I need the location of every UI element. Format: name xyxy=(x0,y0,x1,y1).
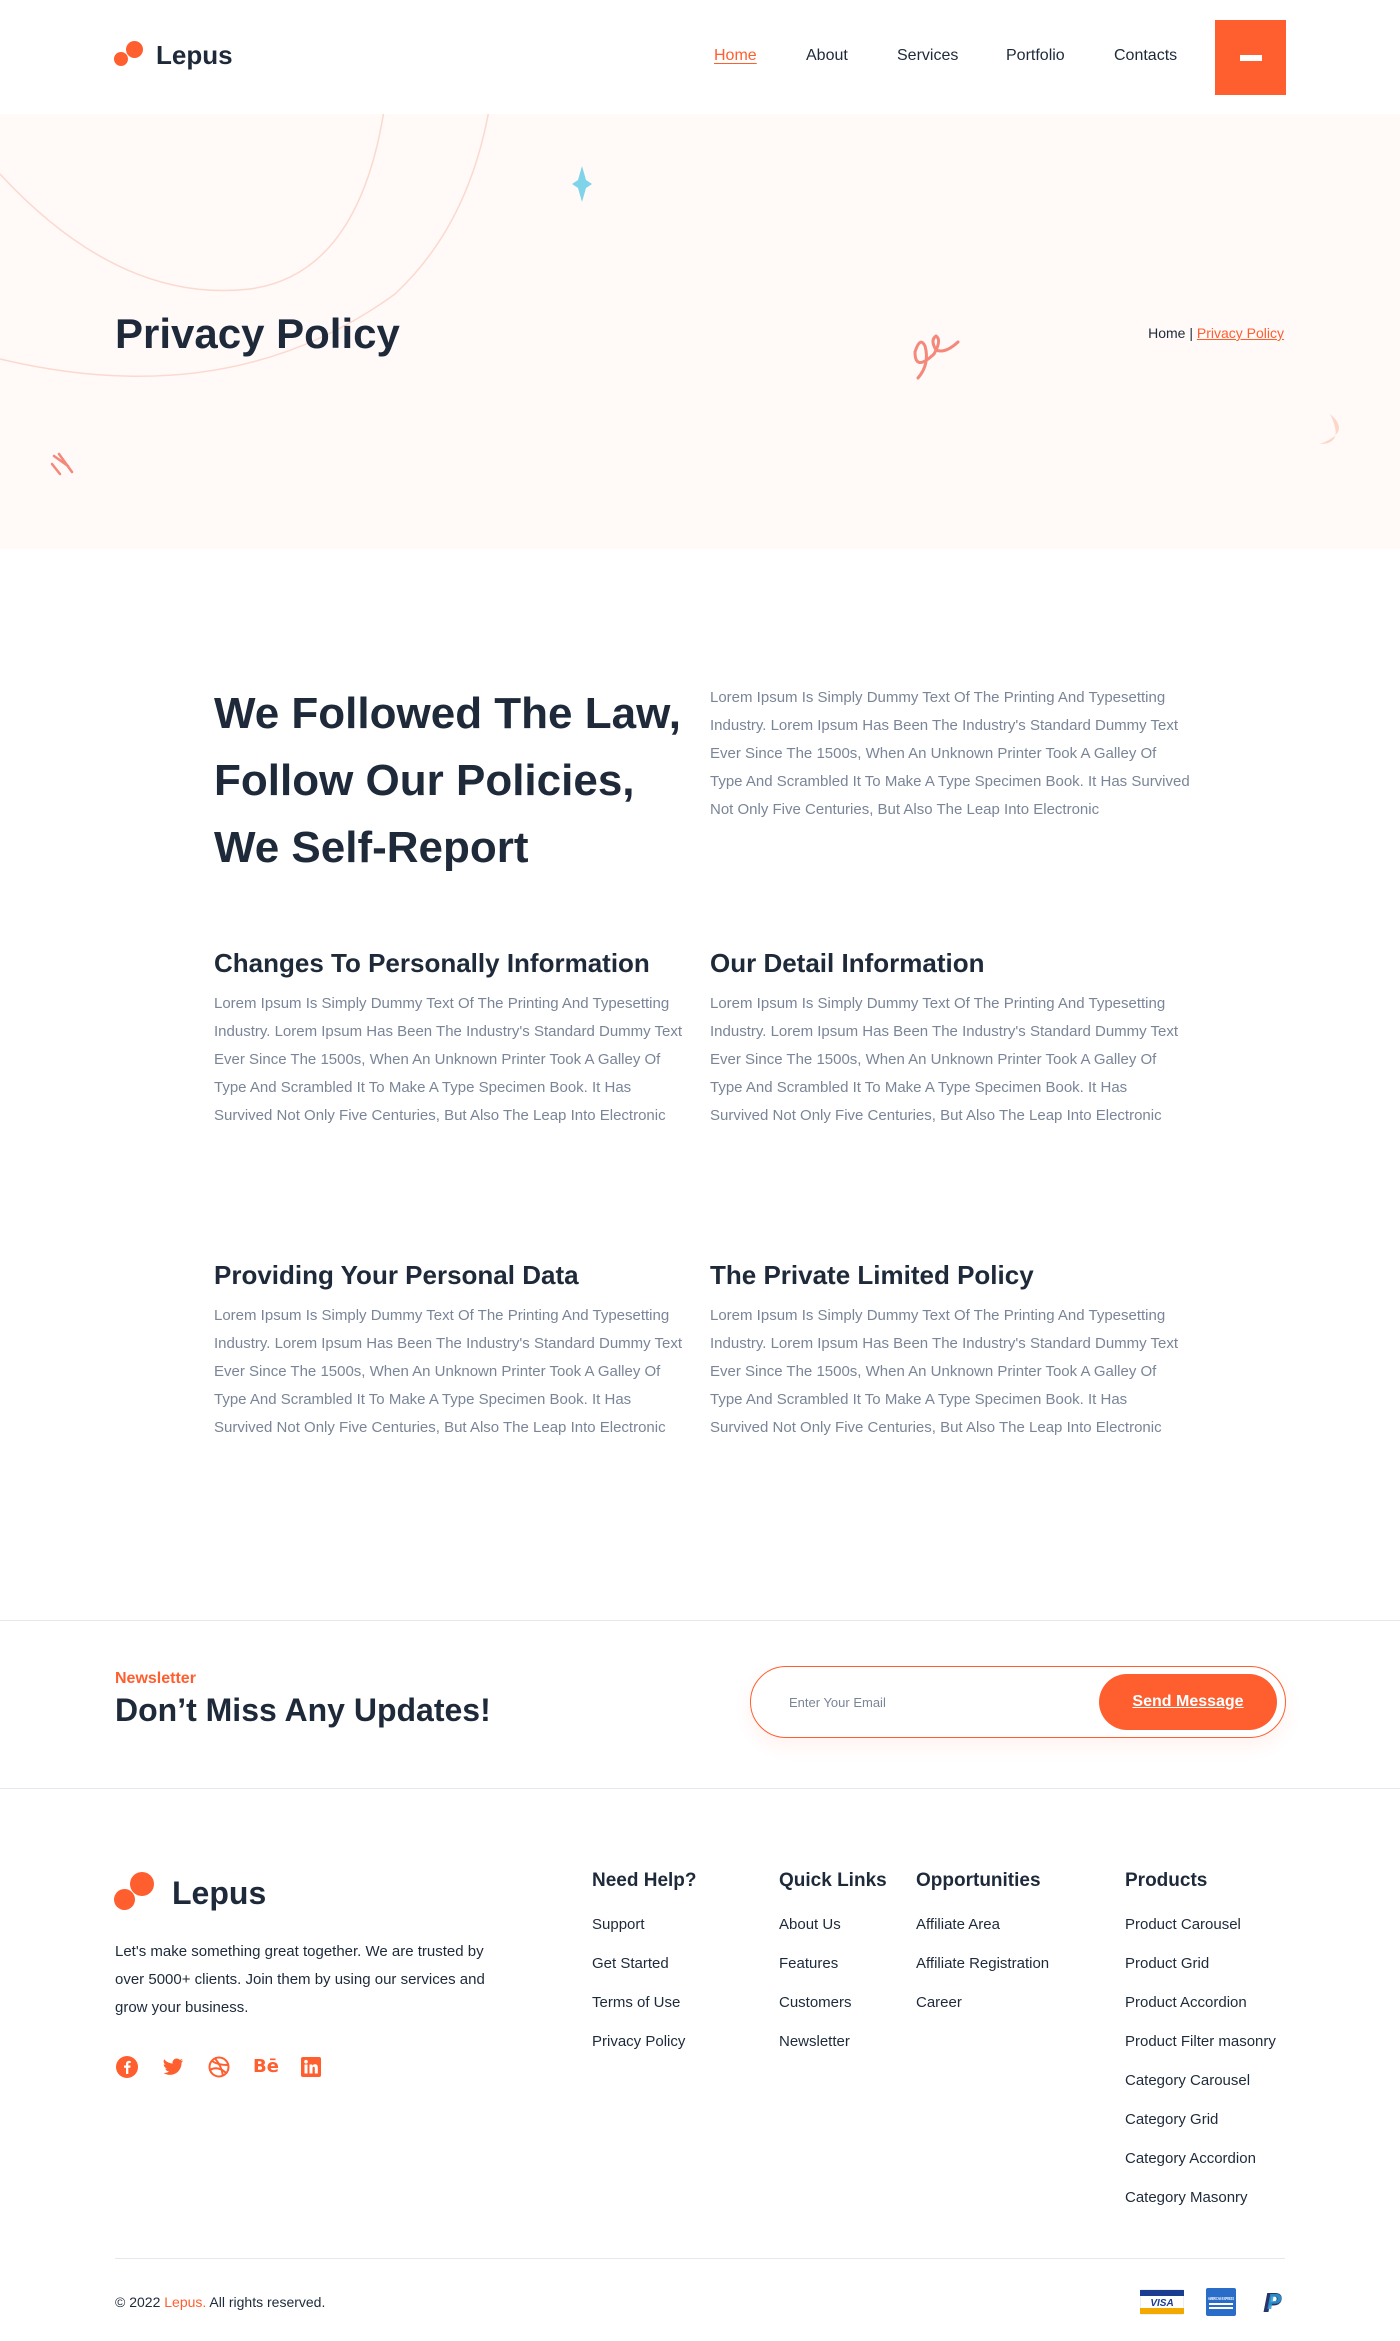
footer-link[interactable]: Affiliate Area xyxy=(916,1916,1000,1933)
footer-link[interactable]: Category Grid xyxy=(1125,2111,1218,2128)
copyright-brand[interactable]: Lepus. xyxy=(164,2294,206,2310)
twitter-icon[interactable] xyxy=(161,2055,185,2079)
dribbble-icon[interactable] xyxy=(207,2055,231,2079)
section-title: Changes To Personally Information xyxy=(214,948,650,978)
amex-icon: AMERICAN EXPRESS xyxy=(1206,2288,1236,2316)
intro-text: Lorem Ipsum Is Simply Dummy Text Of The … xyxy=(710,689,1190,818)
burst-icon xyxy=(50,452,74,476)
visa-icon: VISA xyxy=(1139,2288,1185,2316)
send-message-button[interactable]: Send Message xyxy=(1099,1674,1277,1730)
footer-link[interactable]: Category Masonry xyxy=(1125,2189,1248,2206)
footer-col-title: Need Help? xyxy=(592,1870,697,1891)
footer-link[interactable]: Support xyxy=(592,1916,645,1933)
footer-divider xyxy=(115,2258,1285,2259)
logo[interactable]: Lepus xyxy=(114,38,233,72)
social-links: Bē xyxy=(115,2055,323,2079)
nav-item-about[interactable]: About xyxy=(806,47,848,65)
footer-col-title: Products xyxy=(1125,1870,1208,1891)
footer-link[interactable]: Category Accordion xyxy=(1125,2150,1256,2167)
footer-link[interactable]: About Us xyxy=(779,1916,841,1933)
footer-link[interactable]: Privacy Policy xyxy=(592,2033,685,2050)
intro-title: We Followed The Law, Follow Our Policies… xyxy=(214,680,694,881)
breadcrumb: Home | Privacy Policy xyxy=(1148,325,1284,341)
copyright: © 2022 Lepus. All rights reserved. xyxy=(115,2294,325,2310)
paypal-icon: P P xyxy=(1260,2288,1286,2319)
logo-mark-icon xyxy=(114,38,148,72)
footer-link[interactable]: Product Grid xyxy=(1125,1955,1209,1972)
logo-mark-icon xyxy=(114,1870,160,1916)
logo-text: Lepus xyxy=(156,39,233,70)
page-hero: Privacy Policy Home | Privacy Policy xyxy=(0,114,1400,549)
footer-link[interactable]: Newsletter xyxy=(779,2033,850,2050)
footer-logo[interactable]: Lepus xyxy=(114,1870,266,1916)
newsletter-form: Send Message xyxy=(750,1666,1286,1738)
intro-title-line: We Followed The Law, xyxy=(214,689,681,738)
footer-link[interactable]: Terms of Use xyxy=(592,1994,680,2011)
divider xyxy=(0,1788,1400,1789)
copyright-year: © 2022 xyxy=(115,2294,161,2310)
email-input[interactable] xyxy=(789,1691,1089,1713)
hamburger-icon xyxy=(1239,54,1262,61)
divider xyxy=(0,1620,1400,1621)
section-title: Our Detail Information xyxy=(710,948,985,978)
nav-item-portfolio[interactable]: Portfolio xyxy=(1006,47,1065,65)
nav-item-services[interactable]: Services xyxy=(897,47,958,65)
section-text: Lorem Ipsum Is Simply Dummy Text Of The … xyxy=(214,995,683,1124)
footer-logo-text: Lepus xyxy=(172,1874,267,1911)
section-text: Lorem Ipsum Is Simply Dummy Text Of The … xyxy=(710,995,1179,1124)
sparkle-icon xyxy=(572,166,592,202)
nav-item-home[interactable]: Home xyxy=(714,47,757,65)
paypal-text-accent: P xyxy=(1267,2290,1282,2314)
breadcrumb-home[interactable]: Home xyxy=(1148,325,1185,341)
section-text: Lorem Ipsum Is Simply Dummy Text Of The … xyxy=(710,1307,1179,1436)
section-title: Providing Your Personal Data xyxy=(214,1260,579,1290)
intro-title-line: We Self-Report xyxy=(214,823,529,872)
breadcrumb-separator: | xyxy=(1189,325,1193,341)
footer-link[interactable]: Get Started xyxy=(592,1955,669,1972)
footer-link[interactable]: Career xyxy=(916,1994,962,2011)
footer-col-title: Opportunities xyxy=(916,1870,1041,1891)
footer-link[interactable]: Features xyxy=(779,1955,838,1972)
footer-link[interactable]: Category Carousel xyxy=(1125,2072,1250,2089)
footer-about-text: Let's make something great together. We … xyxy=(115,1943,485,2016)
footer-link[interactable]: Affiliate Registration xyxy=(916,1955,1049,1972)
nav-item-contacts[interactable]: Contacts xyxy=(1114,47,1177,65)
page-title: Privacy Policy xyxy=(115,310,400,357)
site-header: Lepus Home About Services Portfolio Cont… xyxy=(0,0,1400,114)
moon-icon xyxy=(1320,414,1339,444)
menu-button[interactable] xyxy=(1215,20,1286,95)
amex-text: AMERICAN EXPRESS xyxy=(1208,2296,1234,2301)
footer-link[interactable]: Product Filter masonry xyxy=(1125,2033,1276,2050)
footer-link[interactable]: Product Accordion xyxy=(1125,1994,1247,2011)
breadcrumb-current[interactable]: Privacy Policy xyxy=(1197,325,1284,341)
linkedin-icon[interactable] xyxy=(299,2055,323,2079)
visa-text: VISA xyxy=(1150,2298,1173,2309)
newsletter-label: Newsletter xyxy=(115,1670,196,1687)
footer-link[interactable]: Customers xyxy=(779,1994,852,2011)
newsletter-title: Don’t Miss Any Updates! xyxy=(115,1692,491,1728)
footer-link[interactable]: Product Carousel xyxy=(1125,1916,1241,1933)
footer-col-title: Quick Links xyxy=(779,1870,887,1891)
intro-title-line: Follow Our Policies, xyxy=(214,756,635,805)
section-text: Lorem Ipsum Is Simply Dummy Text Of The … xyxy=(214,1307,683,1436)
facebook-icon[interactable] xyxy=(115,2055,139,2079)
squiggle-icon xyxy=(913,334,960,380)
copyright-text: All rights reserved. xyxy=(209,2294,326,2310)
behance-icon[interactable]: Bē xyxy=(253,2055,279,2079)
section-title: The Private Limited Policy xyxy=(710,1260,1034,1290)
